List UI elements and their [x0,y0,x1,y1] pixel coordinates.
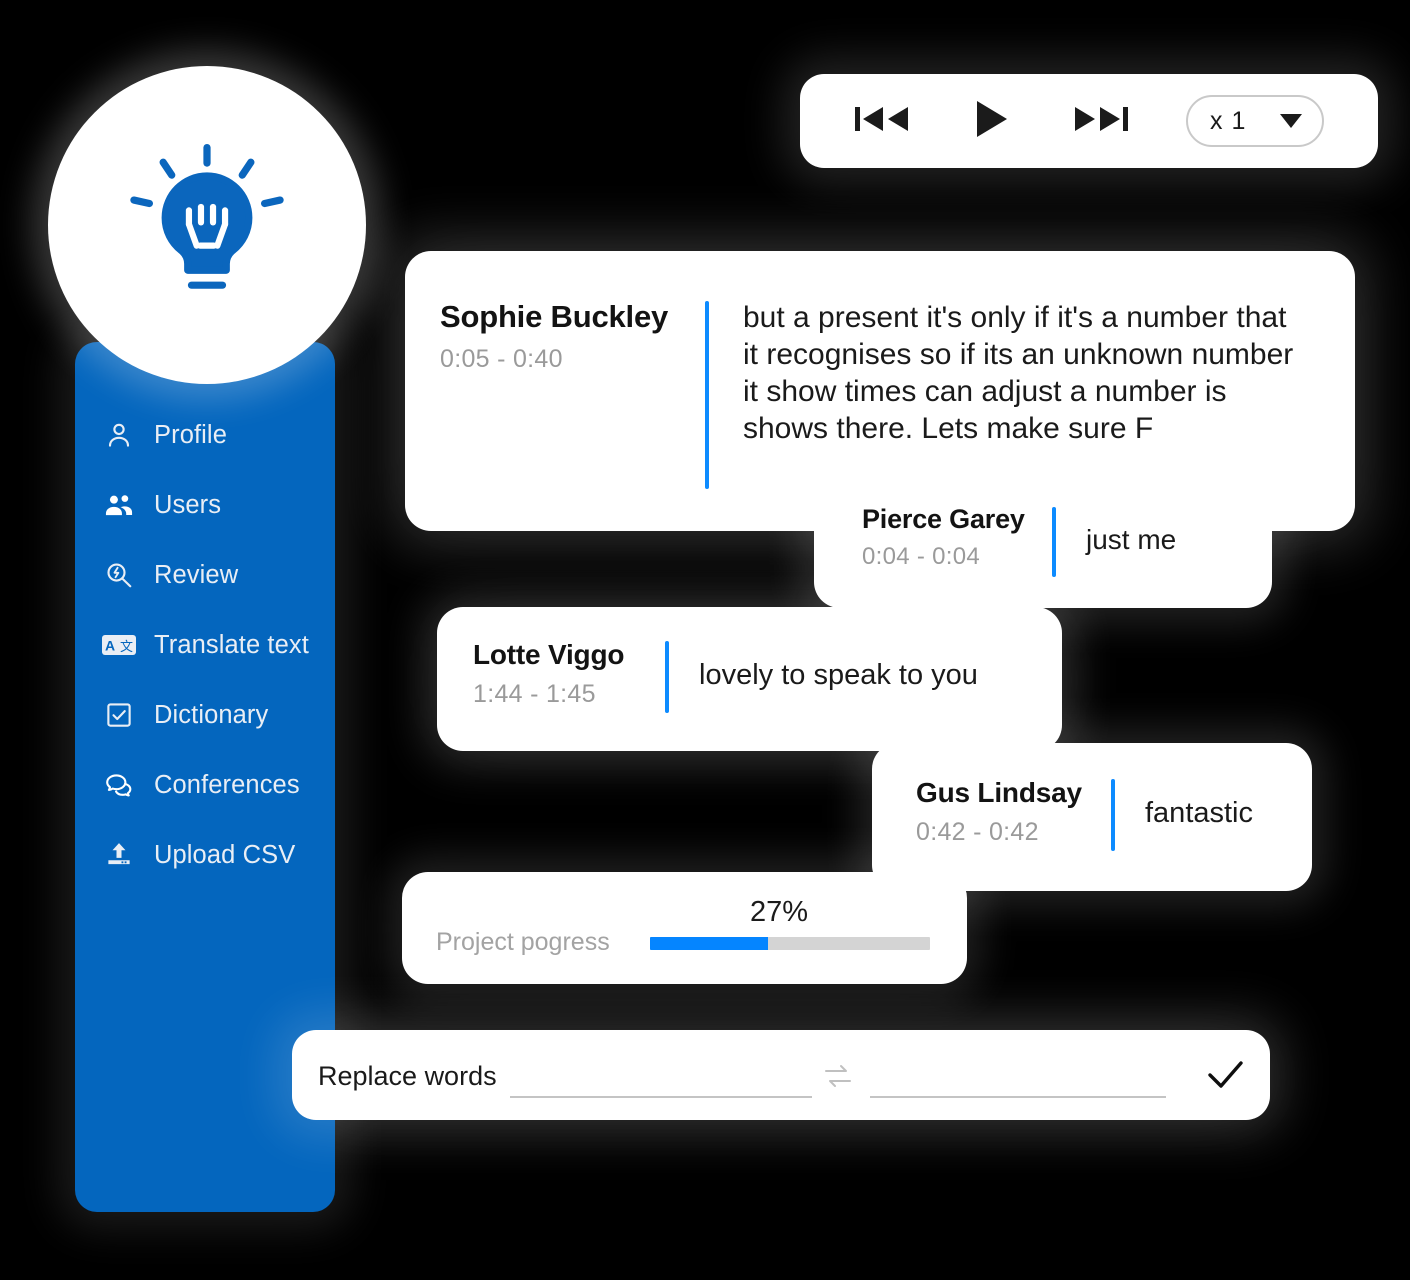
check-icon[interactable] [1204,1056,1246,1094]
transcript-text: fantastic [1145,797,1253,829]
sidebar-item-label: Review [154,560,239,589]
transcript-card[interactable]: Lotte Viggo 1:44 - 1:45 lovely to speak … [437,607,1062,751]
transcript-text: but a present it's only if it's a number… [743,301,1294,445]
sidebar-item-label: Conferences [154,770,300,799]
find-word-input[interactable] [510,1096,812,1098]
skip-next-icon [1072,104,1128,139]
speaker-name: Gus Lindsay [916,777,1082,808]
skip-next-button[interactable] [1072,105,1128,137]
transcript-text: lovely to speak to you [699,659,978,691]
app-logo [48,66,366,384]
speaker-name: Lotte Viggo [473,639,625,670]
progress-label: Project pogress [436,928,610,956]
translate-icon: A 文 [102,628,136,662]
sidebar-item-upload-csv[interactable]: Upload CSV [75,820,335,890]
sidebar-item-profile[interactable]: Profile [75,400,335,470]
speaker-name: Sophie Buckley [440,299,669,334]
progress-bar-fill [650,937,768,950]
svg-text:A: A [105,638,115,654]
accent-divider [1111,779,1115,851]
accent-divider [1052,507,1056,577]
sidebar-item-label: Upload CSV [154,840,296,869]
transcript-card[interactable]: Gus Lindsay 0:42 - 0:42 fantastic [872,743,1312,891]
play-button[interactable] [968,100,1014,140]
app-canvas: Profile Users Review A 文 Translate text … [0,0,1410,1280]
sidebar-item-label: Users [154,490,222,519]
transcript-meta: Gus Lindsay 0:42 - 0:42 [916,777,1111,847]
sidebar-item-translate-text[interactable]: A 文 Translate text [75,610,335,680]
transcript-meta: Pierce Garey 0:04 - 0:04 [862,504,1052,571]
speaker-timestamp: 0:05 - 0:40 [440,345,563,373]
sidebar-item-dictionary[interactable]: Dictionary [75,680,335,750]
transcript-text: just me [1086,524,1177,555]
accent-divider [665,641,669,713]
playback-speed-select[interactable]: x 1 [1186,95,1324,147]
replace-words-label: Replace words [318,1061,497,1091]
playback-speed-value: x 1 [1210,106,1247,135]
upload-icon [102,838,136,872]
lightbulb-icon [121,139,293,311]
media-player-toolbar: x 1 [800,74,1378,168]
speaker-timestamp: 1:44 - 1:45 [473,680,596,708]
transcript-card[interactable]: Pierce Garey 0:04 - 0:04 just me [814,476,1272,608]
speaker-timestamp: 0:04 - 0:04 [862,543,981,570]
sidebar-item-label: Translate text [154,630,309,659]
sidebar-item-users[interactable]: Users [75,470,335,540]
swap-arrows-icon[interactable] [820,1060,856,1092]
replace-word-input[interactable] [870,1096,1166,1098]
speaker-timestamp: 0:42 - 0:42 [916,818,1039,846]
transcript-meta: Lotte Viggo 1:44 - 1:45 [473,639,665,709]
search-bolt-icon [102,558,136,592]
user-icon [102,418,136,452]
chat-bubbles-icon [102,768,136,802]
progress-percent: 27% [750,896,809,928]
svg-text:文: 文 [120,640,133,655]
project-progress-card: Project pogress 27% [402,872,967,984]
skip-previous-button[interactable] [855,105,911,137]
sidebar-item-review[interactable]: Review [75,540,335,610]
progress-bar [650,937,930,950]
skip-previous-icon [855,104,911,139]
replace-words-toolbar: Replace words [292,1030,1270,1120]
accent-divider [705,301,709,489]
speaker-name: Pierce Garey [862,504,1025,534]
sidebar-item-label: Profile [154,420,227,449]
users-group-icon [102,488,136,522]
checkbox-icon [102,698,136,732]
chevron-down-icon [1280,114,1302,128]
transcript-meta: Sophie Buckley 0:05 - 0:40 [440,299,705,374]
play-icon [971,99,1011,144]
sidebar-item-label: Dictionary [154,700,269,729]
sidebar-item-conferences[interactable]: Conferences [75,750,335,820]
